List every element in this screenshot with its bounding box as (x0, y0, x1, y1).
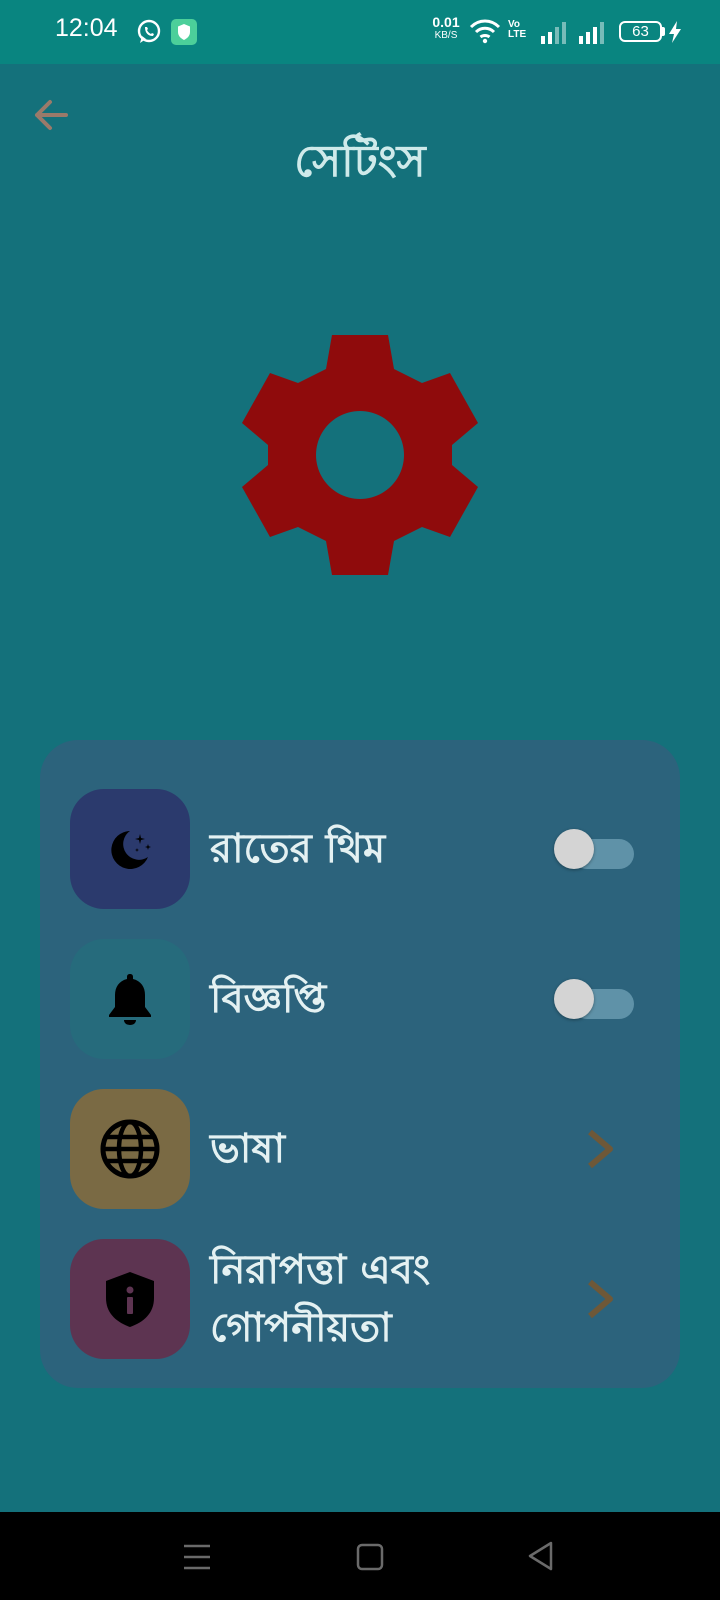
charging-icon (669, 21, 681, 43)
wifi-icon (469, 19, 501, 44)
back-icon[interactable] (526, 1540, 556, 1572)
navigation-bar (0, 1512, 720, 1600)
security-icon-tile (70, 1239, 190, 1359)
setting-label-notifications: বিজ্ঞপ্তি (210, 976, 327, 1022)
setting-row-language[interactable]: ভাষা (70, 1089, 650, 1209)
moon-stars-icon (111, 831, 151, 869)
night-theme-icon-tile (70, 789, 190, 909)
battery-tip (662, 27, 665, 36)
signal-icon (541, 22, 566, 44)
settings-card: রাতের থিম বিজ্ঞপ্তি ভাষা নিরাপত্তা এবং গ… (40, 740, 680, 1388)
setting-label-language: ভাষা (210, 1126, 286, 1172)
globe-icon (100, 1119, 160, 1179)
menu-icon[interactable] (182, 1542, 212, 1572)
notifications-toggle[interactable] (554, 979, 634, 1019)
setting-row-night-theme[interactable]: রাতের থিম (70, 789, 650, 909)
volte-indicator: Vo LTE (508, 20, 526, 40)
toggle-thumb (554, 979, 594, 1019)
network-speed: 0.01 KB/S (428, 14, 464, 42)
network-speed-value: 0.01 (432, 14, 460, 30)
setting-label-security-privacy: নিরাপত্তা এবং গোপনীয়তা (210, 1247, 431, 1351)
setting-label-night-theme: রাতের থিম (210, 826, 386, 872)
volte-line2: LTE (508, 29, 527, 40)
bell-icon (109, 974, 151, 1025)
chevron-right-icon[interactable] (578, 1127, 622, 1171)
chevron-right-icon[interactable] (578, 1277, 622, 1321)
home-icon[interactable] (355, 1542, 385, 1572)
gear-icon (242, 335, 478, 575)
night-theme-toggle[interactable] (554, 829, 634, 869)
whatsapp-icon (137, 19, 161, 43)
page-title: সেটিংস (294, 136, 426, 187)
network-speed-unit: KB/S (434, 30, 458, 41)
shield-icon (171, 19, 197, 45)
status-bar: 12:04 0.01 KB/S Vo LTE 63 (0, 0, 720, 64)
status-time: 12:04 (55, 14, 118, 42)
signal-icon (579, 22, 604, 44)
language-icon-tile (70, 1089, 190, 1209)
battery-icon: 63 (619, 21, 662, 42)
setting-row-security-privacy[interactable]: নিরাপত্তা এবং গোপনীয়তা (70, 1239, 650, 1359)
shield-info-icon (106, 1272, 154, 1327)
notifications-icon-tile (70, 939, 190, 1059)
setting-row-notifications[interactable]: বিজ্ঞপ্তি (70, 939, 650, 1059)
toggle-thumb (554, 829, 594, 869)
